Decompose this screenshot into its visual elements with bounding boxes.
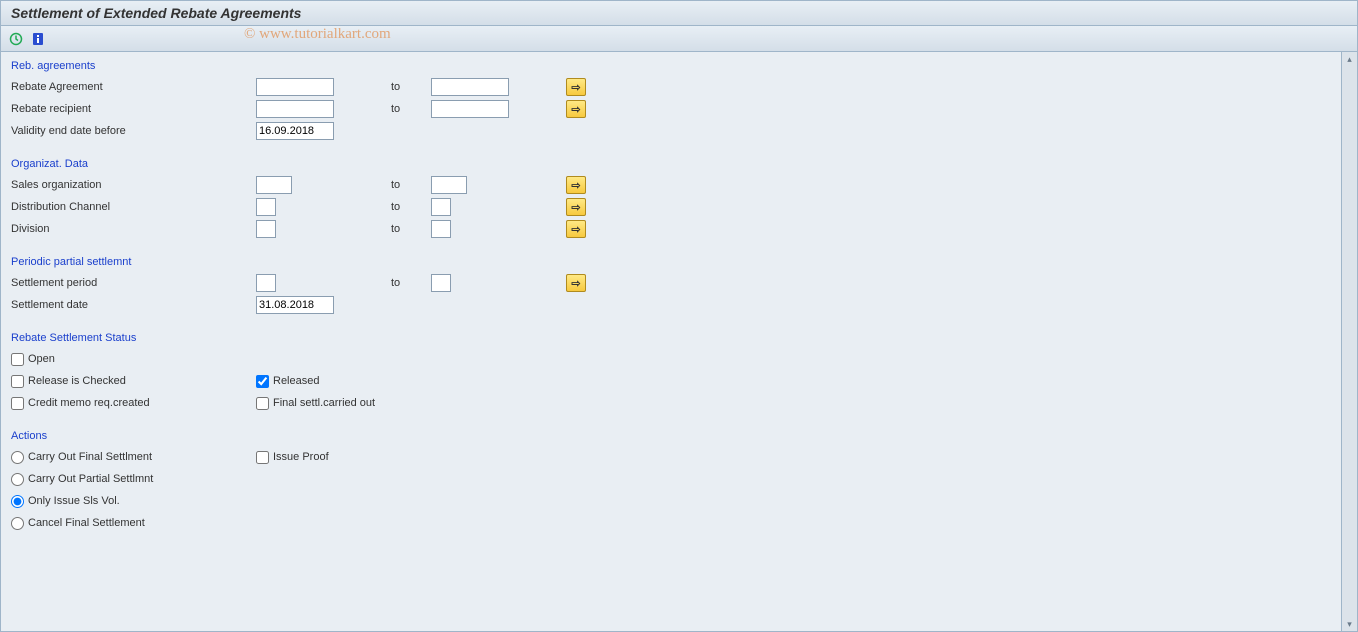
label-final-settl: Final settl.carried out [273,397,375,409]
row-settlement-date: Settlement date [11,294,1331,316]
label-to: to [391,277,431,289]
label-to: to [391,103,431,115]
row-division: Division to ⇨ [11,218,1331,240]
section-status: Rebate Settlement Status Open Release is… [11,332,1331,414]
input-settlement-date[interactable] [256,296,334,314]
label-sales-org: Sales organization [11,179,256,191]
row-validity-end: Validity end date before [11,120,1331,142]
checkbox-released[interactable] [256,375,269,388]
row-sales-org: Sales organization to ⇨ [11,174,1331,196]
input-rebate-agreement-to[interactable] [431,78,509,96]
page-title: Settlement of Extended Rebate Agreements [11,5,301,21]
more-button-rebate-recipient[interactable]: ⇨ [566,100,586,118]
section-periodic: Periodic partial settlemnt Settlement pe… [11,256,1331,316]
input-rebate-recipient-from[interactable] [256,100,334,118]
arrow-right-icon: ⇨ [571,277,580,290]
content-area: Reb. agreements Rebate Agreement to ⇨ Re… [0,52,1342,632]
watermark: © www.tutorialkart.com [244,26,391,43]
input-settlement-period-to[interactable] [431,274,451,292]
arrow-right-icon: ⇨ [571,223,580,236]
more-button-division[interactable]: ⇨ [566,220,586,238]
label-issue-proof: Issue Proof [273,451,329,463]
label-partial-settlement: Carry Out Partial Settlmnt [28,473,153,485]
input-rebate-recipient-to[interactable] [431,100,509,118]
input-dist-channel-to[interactable] [431,198,451,216]
more-button-sales-org[interactable]: ⇨ [566,176,586,194]
label-final-settlement: Carry Out Final Settlment [28,451,152,463]
label-settlement-period: Settlement period [11,277,256,289]
scroll-up-icon[interactable]: ▴ [1343,52,1357,66]
title-bar: Settlement of Extended Rebate Agreements [0,0,1358,26]
input-dist-channel-from[interactable] [256,198,276,216]
section-title-status: Rebate Settlement Status [11,332,1331,344]
vertical-scrollbar[interactable]: ▴ ▾ [1342,52,1358,632]
more-button-dist-channel[interactable]: ⇨ [566,198,586,216]
section-title-actions: Actions [11,430,1331,442]
input-sales-org-to[interactable] [431,176,467,194]
input-settlement-period-from[interactable] [256,274,276,292]
arrow-right-icon: ⇨ [571,103,580,116]
checkbox-final-settl[interactable] [256,397,269,410]
execute-clock-icon [9,32,23,46]
more-button-rebate-agreement[interactable]: ⇨ [566,78,586,96]
section-org-data: Organizat. Data Sales organization to ⇨ … [11,158,1331,240]
label-rebate-agreement: Rebate Agreement [11,81,256,93]
input-division-from[interactable] [256,220,276,238]
arrow-right-icon: ⇨ [571,201,580,214]
toolbar: © www.tutorialkart.com [0,26,1358,52]
radio-cancel-final[interactable] [11,517,24,530]
label-to: to [391,223,431,235]
info-button[interactable] [29,30,47,48]
arrow-right-icon: ⇨ [571,81,580,94]
label-released: Released [273,375,319,387]
row-rebate-agreement: Rebate Agreement to ⇨ [11,76,1331,98]
radio-partial-settlement[interactable] [11,473,24,486]
label-only-sls-vol: Only Issue Sls Vol. [28,495,120,507]
input-division-to[interactable] [431,220,451,238]
section-actions: Actions Carry Out Final Settlment Issue … [11,430,1331,534]
row-rebate-recipient: Rebate recipient to ⇨ [11,98,1331,120]
label-release-checked: Release is Checked [28,375,126,387]
radio-only-sls-vol[interactable] [11,495,24,508]
checkbox-credit-memo[interactable] [11,397,24,410]
section-title-reb: Reb. agreements [11,60,1331,72]
row-settlement-period: Settlement period to ⇨ [11,272,1331,294]
label-credit-memo: Credit memo req.created [28,397,150,409]
label-open: Open [28,353,55,365]
info-icon [31,32,45,46]
label-settlement-date: Settlement date [11,299,256,311]
label-rebate-recipient: Rebate recipient [11,103,256,115]
radio-final-settlement[interactable] [11,451,24,464]
row-dist-channel: Distribution Channel to ⇨ [11,196,1331,218]
section-title-org: Organizat. Data [11,158,1331,170]
label-to: to [391,179,431,191]
input-validity-end[interactable] [256,122,334,140]
label-division: Division [11,223,256,235]
more-button-settlement-period[interactable]: ⇨ [566,274,586,292]
scroll-down-icon[interactable]: ▾ [1343,617,1357,631]
label-to: to [391,201,431,213]
checkbox-open[interactable] [11,353,24,366]
checkbox-release-checked[interactable] [11,375,24,388]
input-rebate-agreement-from[interactable] [256,78,334,96]
label-validity-end: Validity end date before [11,125,256,137]
arrow-right-icon: ⇨ [571,179,580,192]
input-sales-org-from[interactable] [256,176,292,194]
section-title-periodic: Periodic partial settlemnt [11,256,1331,268]
section-reb-agreements: Reb. agreements Rebate Agreement to ⇨ Re… [11,60,1331,142]
label-cancel-final: Cancel Final Settlement [28,517,145,529]
checkbox-issue-proof[interactable] [256,451,269,464]
label-to: to [391,81,431,93]
label-dist-channel: Distribution Channel [11,201,256,213]
execute-button[interactable] [7,30,25,48]
